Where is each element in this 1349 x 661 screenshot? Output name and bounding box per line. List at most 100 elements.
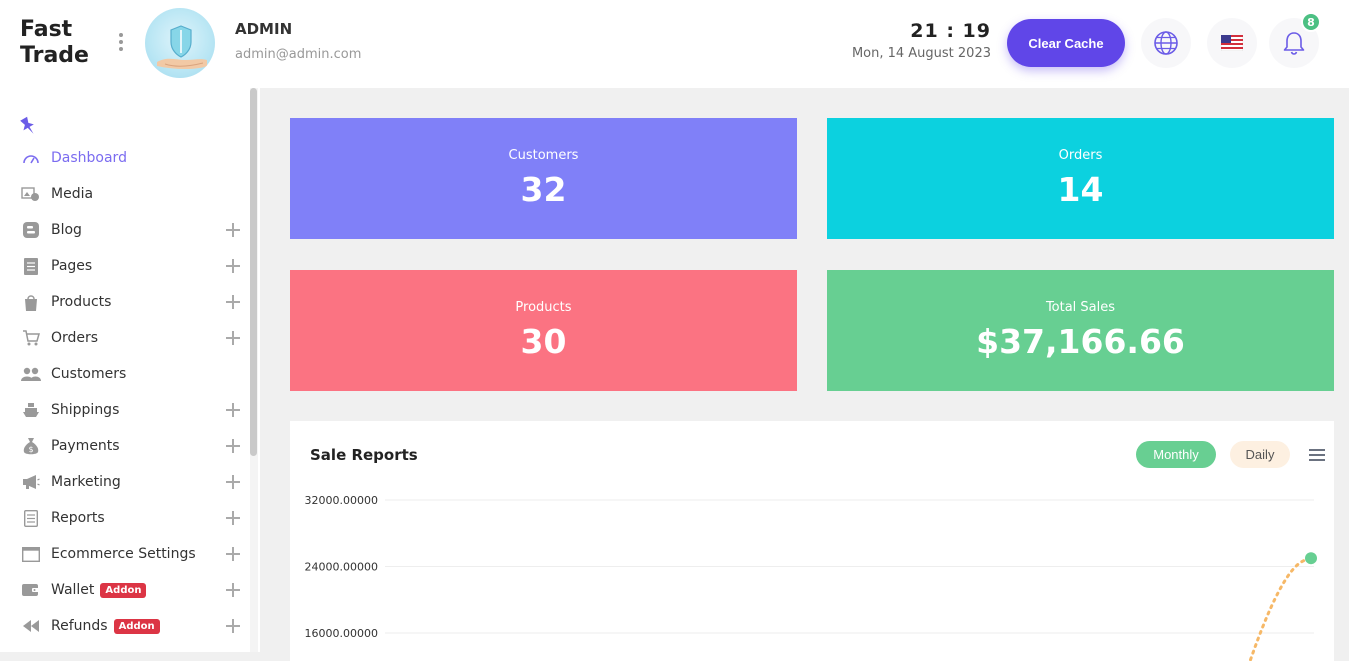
language-button[interactable] [1141,18,1191,68]
wallet-label: Wallet [51,582,95,598]
expand-plus-icon[interactable] [226,547,240,561]
expand-plus-icon[interactable] [226,511,240,525]
stat-card-customers[interactable]: Customers 32 [290,118,797,239]
svg-text:$: $ [28,445,33,454]
notification-count-badge: 8 [1301,12,1321,32]
sidebar-item-label: Pages [51,258,93,274]
users-icon [21,365,41,383]
brand-line-2: Trade [20,43,89,68]
admin-email: admin@admin.com [235,47,362,62]
stat-label: Customers [508,148,579,163]
clock: 21 : 19 Mon, 14 August 2023 [852,20,991,61]
sidebar-item-orders[interactable]: Orders [0,320,250,356]
sidebar-item-label: Shippings [51,402,120,418]
sidebar-item-wallet[interactable]: Wallet Addon [0,572,250,608]
addon-badge: Addon [113,618,160,634]
refunds-label: Refunds [51,618,108,634]
sidebar-item-label: Reports [51,510,105,526]
sidebar-item-marketing[interactable]: Marketing [0,464,250,500]
sidebar-item-shippings[interactable]: Shippings [0,392,250,428]
clock-time: 21 : 19 [910,20,991,42]
sidebar-item-label: Payments [51,438,120,454]
media-icon [21,185,41,203]
sidebar-item-dashboard[interactable]: Dashboard [0,140,250,176]
stat-value: 30 [520,322,567,361]
currency-flag-button[interactable] [1207,18,1257,68]
bell-icon [1283,32,1305,55]
expand-plus-icon[interactable] [226,259,240,273]
stat-card-total-sales[interactable]: Total Sales $37,166.66 [827,270,1334,391]
pages-icon [21,257,41,275]
more-vertical-icon[interactable] [117,33,125,55]
sidebar-item-label: Refunds Addon [51,618,160,634]
sidebar-item-label: Customers [51,366,127,382]
sale-reports-panel: Sale Reports Monthly Daily 32000.00000 24… [290,421,1334,661]
sidebar-item-label: Products [51,294,112,310]
top-header: Fast Trade ADMIN admin@admin.com 21 : 19… [0,0,1349,88]
stat-label: Orders [1058,148,1103,163]
sidebar-item-pages[interactable]: Pages [0,248,250,284]
sidebar-item-blog[interactable]: Blog [0,212,250,248]
products-icon [21,293,41,311]
brand-line-1: Fast [20,17,73,42]
brand-logo[interactable]: Fast Trade [20,17,89,69]
pin-icon[interactable] [20,115,38,137]
expand-plus-icon[interactable] [226,295,240,309]
series-line [1248,558,1307,661]
ship-icon [21,401,41,419]
y-tick-label: 24000.00000 [305,561,378,574]
monthly-toggle-button[interactable]: Monthly [1136,441,1216,468]
clock-date: Mon, 14 August 2023 [851,46,991,61]
wallet-icon [21,581,41,599]
window-icon [21,545,41,563]
money-bag-icon: $ [21,437,41,455]
sidebar: Dashboard Media Blog Pages Products Orde… [0,88,260,652]
sidebar-item-customers[interactable]: Customers [0,356,250,392]
us-flag-icon [1221,35,1243,51]
sidebar-item-media[interactable]: Media [0,176,250,212]
stat-label: Products [515,300,572,315]
sidebar-item-label: Blog [51,222,82,238]
avatar[interactable] [145,8,215,78]
dashboard-gauge-icon [21,149,41,167]
rewind-icon [21,617,41,635]
expand-plus-icon[interactable] [226,439,240,453]
stat-card-products[interactable]: Products 30 [290,270,797,391]
report-icon [21,509,41,527]
expand-plus-icon[interactable] [226,475,240,489]
sidebar-item-ecommerce-settings[interactable]: Ecommerce Settings [0,536,250,572]
sidebar-item-refunds[interactable]: Refunds Addon [0,608,250,644]
data-point[interactable] [1305,552,1317,565]
report-title: Sale Reports [310,446,418,464]
sidebar-item-label: Marketing [51,474,121,490]
sidebar-scrollbar-thumb[interactable] [250,88,257,456]
expand-plus-icon[interactable] [226,583,240,597]
megaphone-icon [21,473,41,491]
sidebar-item-label: Wallet Addon [51,582,147,598]
daily-toggle-button[interactable]: Daily [1230,441,1290,468]
sidebar-item-label: Ecommerce Settings [51,546,196,562]
expand-plus-icon[interactable] [226,403,240,417]
sidebar-item-reports[interactable]: Reports [0,500,250,536]
expand-plus-icon[interactable] [226,223,240,237]
sidebar-item-label: Media [51,186,94,202]
expand-plus-icon[interactable] [226,619,240,633]
expand-plus-icon[interactable] [226,331,240,345]
stat-card-orders[interactable]: Orders 14 [827,118,1334,239]
y-tick-label: 16000.00000 [305,627,378,640]
admin-name: ADMIN [235,20,293,38]
stat-value: 14 [1057,170,1104,209]
sidebar-item-products[interactable]: Products [0,284,250,320]
notifications-button[interactable]: 8 [1269,12,1321,68]
sidebar-item-label: Orders [51,330,99,346]
chart-menu-icon[interactable] [1309,449,1325,461]
y-tick-label: 32000.00000 [305,494,378,507]
cart-icon [21,329,41,347]
blog-icon [21,221,41,239]
addon-badge: Addon [100,582,147,598]
clear-cache-button[interactable]: Clear Cache [1007,19,1125,67]
stat-value: 32 [520,170,567,209]
sidebar-item-payments[interactable]: $ Payments [0,428,250,464]
globe-icon [1154,31,1178,55]
stat-label: Total Sales [1045,300,1116,315]
